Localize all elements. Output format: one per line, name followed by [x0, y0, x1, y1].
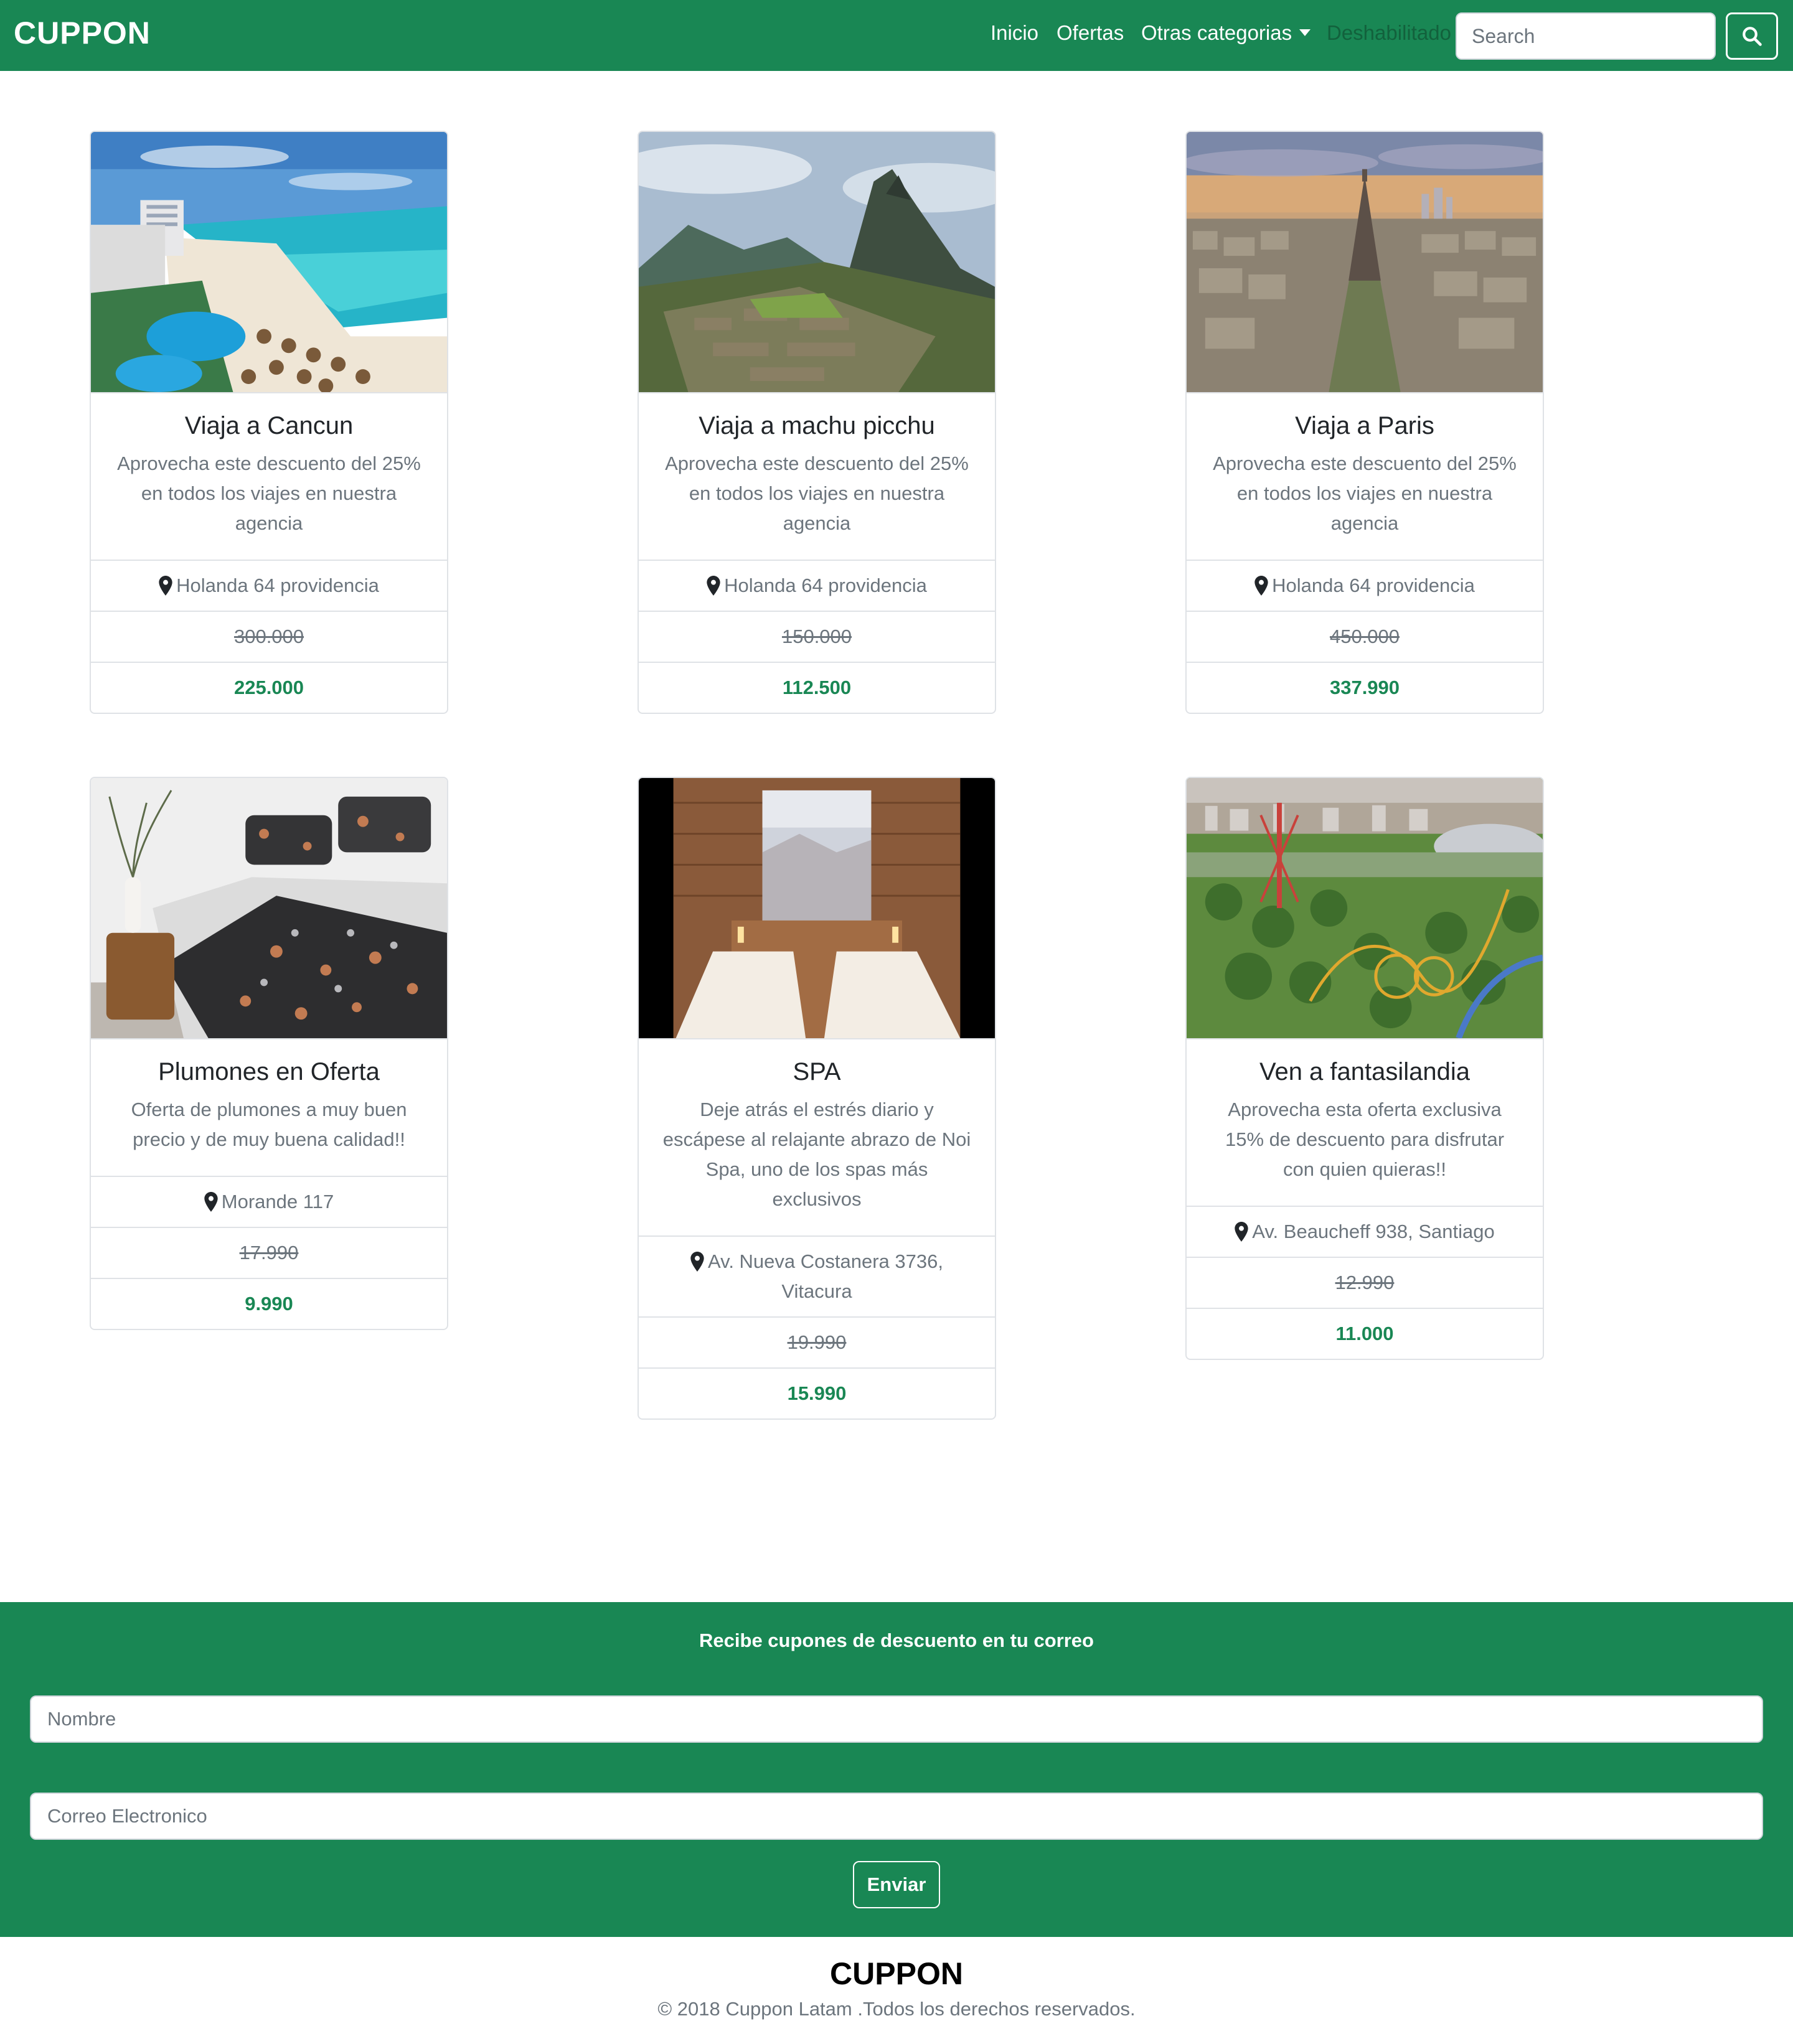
caret-down-icon: [1299, 29, 1311, 36]
card-address-text: Av. Beaucheff 938, Santiago: [1252, 1221, 1495, 1242]
card-old-price: 300.000: [91, 611, 447, 662]
machu-picchu-image: [639, 132, 995, 393]
card-new-price: 225.000: [91, 662, 447, 713]
card-old-price: 450.000: [1187, 611, 1543, 662]
card-old-price: 17.990: [91, 1227, 447, 1278]
card-address: Holanda 64 providencia: [639, 560, 995, 611]
card-description: Deje atrás el estrés diario y escápese a…: [662, 1099, 971, 1210]
card-new-price: 15.990: [639, 1367, 995, 1418]
map-marker-icon: [204, 1192, 218, 1212]
card-new-price: 337.990: [1187, 662, 1543, 713]
map-marker-icon: [707, 576, 720, 596]
card-description: Aprovecha este descuento del 25% en todo…: [1213, 452, 1517, 534]
amusement-park-image: [1187, 778, 1543, 1039]
map-marker-icon: [690, 1252, 704, 1272]
card-new-price: 9.990: [91, 1278, 447, 1329]
name-field[interactable]: [30, 1695, 1763, 1743]
newsletter-title: Recibe cupones de descuento en tu correo: [699, 1629, 1094, 1651]
search-icon: [1743, 27, 1762, 46]
navbar: CUPPON Inicio Ofertas Otras categorias D…: [0, 0, 1793, 71]
offer-card-spa: SPA Deje atrás el estrés diario y escápe…: [638, 777, 996, 1420]
card-address: Morande 117: [91, 1176, 447, 1227]
card-old-price: 150.000: [639, 611, 995, 662]
nav-dropdown-otras-categorias[interactable]: Otras categorias: [1141, 21, 1311, 45]
newsletter-section: Recibe cupones de descuento en tu correo…: [0, 1602, 1793, 1937]
card-title: Viaja a machu picchu: [699, 412, 935, 439]
offer-card-fantasilandia: Ven a fantasilandia Aprovecha esta ofert…: [1185, 777, 1544, 1360]
map-marker-icon: [159, 576, 172, 596]
email-field[interactable]: [30, 1793, 1763, 1840]
bed-comforter-image: [91, 778, 447, 1039]
card-title: SPA: [793, 1058, 841, 1085]
card-description: Aprovecha este descuento del 25% en todo…: [117, 452, 421, 534]
card-address: Av. Beaucheff 938, Santiago: [1187, 1206, 1543, 1257]
offer-card-plumones: Plumones en Oferta Oferta de plumones a …: [90, 777, 448, 1330]
card-address: Holanda 64 providencia: [1187, 560, 1543, 611]
offer-card-cancun: Viaja a Cancun Aprovecha este descuento …: [90, 131, 448, 714]
spa-room-image: [639, 778, 995, 1039]
card-title: Plumones en Oferta: [158, 1058, 380, 1085]
card-address-text: Holanda 64 providencia: [724, 574, 927, 596]
card-old-price: 19.990: [639, 1316, 995, 1367]
card-title: Viaja a Cancun: [184, 412, 354, 439]
card-address-text: Morande 117: [221, 1191, 334, 1212]
search-input[interactable]: [1456, 12, 1716, 60]
card-description: Aprovecha este descuento del 25% en todo…: [665, 452, 969, 534]
offer-card-machu-picchu: Viaja a machu picchu Aprovecha este desc…: [638, 131, 996, 714]
paris-skyline-image: [1187, 132, 1543, 393]
nav-link-ofertas[interactable]: Ofertas: [1057, 21, 1124, 45]
brand-logo[interactable]: CUPPON: [14, 15, 151, 51]
card-description: Oferta de plumones a muy buen precio y d…: [131, 1099, 407, 1150]
card-title: Viaja a Paris: [1295, 412, 1434, 439]
card-description: Aprovecha esta oferta exclusiva 15% de d…: [1225, 1099, 1505, 1180]
card-address-text: Av. Nueva Costanera 3736, Vitacura: [708, 1250, 943, 1302]
nav-dropdown-label: Otras categorias: [1141, 21, 1292, 44]
nav-link-inicio[interactable]: Inicio: [991, 21, 1038, 45]
map-marker-icon: [1235, 1222, 1248, 1242]
search-button[interactable]: [1726, 12, 1778, 60]
card-new-price: 112.500: [639, 662, 995, 713]
footer-copyright: © 2018 Cuppon Latam .Todos los derechos …: [657, 1998, 1136, 2020]
card-new-price: 11.000: [1187, 1308, 1543, 1359]
card-address: Holanda 64 providencia: [91, 560, 447, 611]
nav-link-deshabilitado: Deshabilitado: [1327, 21, 1451, 44]
card-address-text: Holanda 64 providencia: [176, 574, 379, 596]
card-address: Av. Nueva Costanera 3736, Vitacura: [639, 1235, 995, 1316]
offer-card-paris: Viaja a Paris Aprovecha este descuento d…: [1185, 131, 1544, 714]
map-marker-icon: [1254, 576, 1268, 596]
card-old-price: 12.990: [1187, 1257, 1543, 1308]
submit-button[interactable]: Enviar: [853, 1861, 940, 1908]
card-address-text: Holanda 64 providencia: [1272, 574, 1475, 596]
cancun-beach-image: [91, 132, 447, 393]
card-title: Ven a fantasilandia: [1259, 1058, 1471, 1085]
footer-brand: CUPPON: [830, 1956, 963, 1991]
